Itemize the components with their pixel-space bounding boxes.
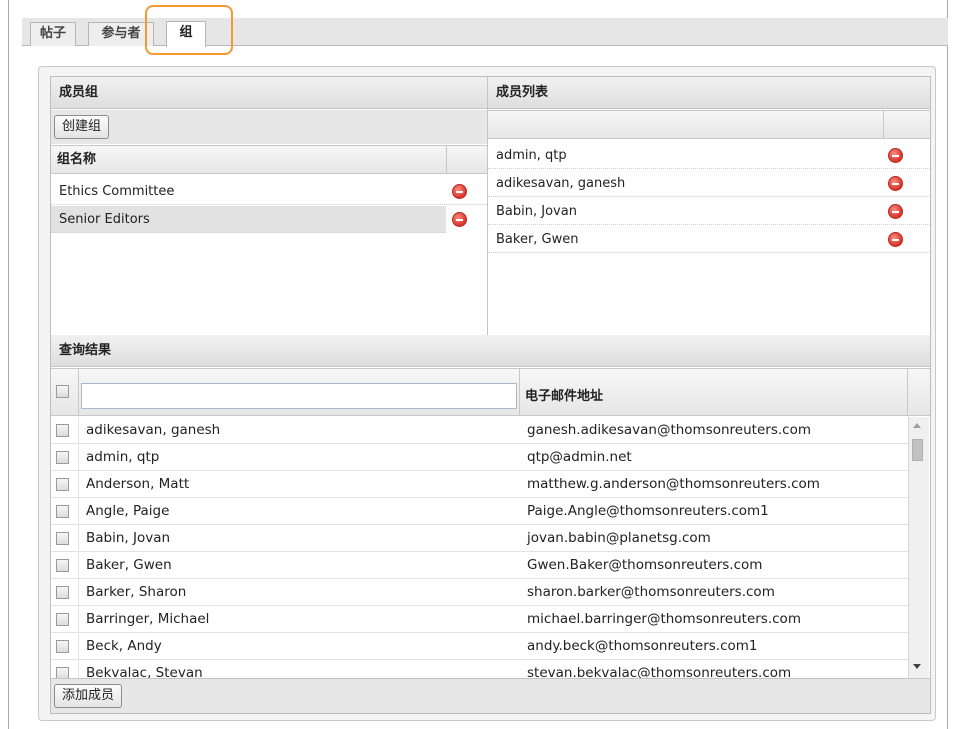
tab-participants[interactable]: 参与者 bbox=[88, 22, 154, 46]
result-row[interactable]: Barringer, Michael michael.barringer@tho… bbox=[51, 606, 908, 633]
remove-member-icon[interactable] bbox=[888, 176, 903, 191]
result-name: Beck, Andy bbox=[86, 638, 162, 654]
member-name: adikesavan, ganesh bbox=[496, 176, 626, 191]
results-column-header: 电子邮件地址 bbox=[51, 368, 930, 416]
scroll-up-icon[interactable] bbox=[913, 423, 921, 428]
row-checkbox[interactable] bbox=[56, 478, 69, 491]
query-results-header: 查询结果 bbox=[51, 335, 930, 367]
result-row[interactable]: Barker, Sharon sharon.barker@thomsonreut… bbox=[51, 579, 908, 606]
column-separator bbox=[883, 111, 884, 138]
result-email: matthew.g.anderson@thomsonreuters.com bbox=[527, 476, 820, 492]
member-name: admin, qtp bbox=[496, 148, 567, 163]
result-email: andy.beck@thomsonreuters.com1 bbox=[527, 638, 758, 654]
result-row[interactable]: admin, qtp qtp@admin.net bbox=[51, 444, 908, 471]
column-separator bbox=[446, 146, 447, 173]
result-row[interactable]: Baker, Gwen Gwen.Baker@thomsonreuters.co… bbox=[51, 552, 908, 579]
result-name: admin, qtp bbox=[86, 449, 160, 465]
result-row[interactable]: Beck, Andy andy.beck@thomsonreuters.com1 bbox=[51, 633, 908, 660]
remove-member-icon[interactable] bbox=[888, 232, 903, 247]
row-checkbox[interactable] bbox=[56, 613, 69, 626]
row-checkbox[interactable] bbox=[56, 640, 69, 653]
result-name: Baker, Gwen bbox=[86, 557, 172, 573]
result-name: adikesavan, ganesh bbox=[86, 422, 221, 438]
result-name: Angle, Paige bbox=[86, 503, 170, 519]
member-list-column-header bbox=[488, 110, 930, 139]
search-input[interactable] bbox=[81, 383, 517, 409]
scroll-down-icon[interactable] bbox=[913, 664, 921, 669]
remove-member-icon[interactable] bbox=[888, 148, 903, 163]
select-all-checkbox[interactable] bbox=[56, 385, 69, 398]
email-column-label: 电子邮件地址 bbox=[525, 389, 604, 404]
result-email: michael.barringer@thomsonreuters.com bbox=[527, 611, 801, 627]
remove-group-icon[interactable] bbox=[452, 184, 467, 199]
member-row[interactable]: Babin, Jovan bbox=[488, 198, 930, 225]
result-email: ganesh.adikesavan@thomsonreuters.com bbox=[527, 422, 811, 438]
member-list-header: 成员列表 bbox=[488, 77, 930, 109]
tab-groups[interactable]: 组 bbox=[166, 21, 206, 47]
result-email: stevan.bekvalac@thomsonreuters.com bbox=[527, 665, 792, 678]
remove-group-icon[interactable] bbox=[452, 212, 467, 227]
result-email: sharon.barker@thomsonreuters.com bbox=[527, 584, 775, 600]
member-name: Baker, Gwen bbox=[496, 232, 579, 247]
result-row[interactable]: Bekvalac, Stevan stevan.bekvalac@thomson… bbox=[51, 660, 908, 678]
row-checkbox[interactable] bbox=[56, 586, 69, 599]
member-groups-header: 成员组 bbox=[51, 77, 487, 109]
result-row[interactable]: Anderson, Matt matthew.g.anderson@thomso… bbox=[51, 471, 908, 498]
group-name-column-label: 组名称 bbox=[57, 152, 97, 167]
row-checkbox[interactable] bbox=[56, 667, 69, 678]
groups-toolbar: 创建组 bbox=[51, 110, 487, 144]
remove-member-icon[interactable] bbox=[888, 204, 903, 219]
result-email: jovan.babin@planetsg.com bbox=[527, 530, 711, 546]
result-row[interactable]: adikesavan, ganesh ganesh.adikesavan@tho… bbox=[51, 417, 908, 444]
group-name: Ethics Committee bbox=[59, 184, 175, 199]
result-email: Paige.Angle@thomsonreuters.com1 bbox=[527, 503, 769, 519]
tab-bar: 帖子 参与者 组 bbox=[22, 18, 948, 47]
add-member-button[interactable]: 添加成员 bbox=[54, 684, 123, 708]
row-checkbox[interactable] bbox=[56, 505, 69, 518]
row-checkbox[interactable] bbox=[56, 451, 69, 464]
create-group-button[interactable]: 创建组 bbox=[54, 115, 110, 139]
column-separator bbox=[907, 369, 908, 415]
result-row[interactable]: Babin, Jovan jovan.babin@planetsg.com bbox=[51, 525, 908, 552]
group-row[interactable]: Ethics Committee bbox=[51, 178, 487, 205]
results-table-body: adikesavan, ganesh ganesh.adikesavan@tho… bbox=[51, 417, 930, 678]
scroll-thumb[interactable] bbox=[912, 439, 923, 461]
member-row[interactable]: Baker, Gwen bbox=[488, 226, 930, 253]
result-name: Barringer, Michael bbox=[86, 611, 210, 627]
group-name-column-header: 组名称 bbox=[51, 145, 487, 174]
member-row[interactable]: adikesavan, ganesh bbox=[488, 170, 930, 197]
result-email: qtp@admin.net bbox=[527, 449, 632, 465]
column-separator bbox=[519, 369, 520, 415]
member-row[interactable]: admin, qtp bbox=[488, 142, 930, 169]
result-name: Bekvalac, Stevan bbox=[86, 665, 203, 678]
row-checkbox[interactable] bbox=[56, 532, 69, 545]
group-row-selected[interactable]: Senior Editors bbox=[51, 206, 446, 233]
result-name: Barker, Sharon bbox=[86, 584, 187, 600]
row-checkbox[interactable] bbox=[56, 559, 69, 572]
groups-editor: 成员组 创建组 组名称 Ethics Committee Senior Edit… bbox=[50, 76, 931, 714]
result-name: Babin, Jovan bbox=[86, 530, 171, 546]
row-checkbox[interactable] bbox=[56, 424, 69, 437]
column-separator bbox=[78, 369, 79, 415]
result-name: Anderson, Matt bbox=[86, 476, 190, 492]
results-scrollbar[interactable] bbox=[908, 417, 929, 678]
result-row[interactable]: Angle, Paige Paige.Angle@thomsonreuters.… bbox=[51, 498, 908, 525]
member-name: Babin, Jovan bbox=[496, 204, 577, 219]
result-email: Gwen.Baker@thomsonreuters.com bbox=[527, 557, 763, 573]
group-name: Senior Editors bbox=[59, 212, 150, 227]
tab-posts[interactable]: 帖子 bbox=[30, 22, 76, 46]
results-footer: 添加成员 bbox=[51, 678, 930, 713]
